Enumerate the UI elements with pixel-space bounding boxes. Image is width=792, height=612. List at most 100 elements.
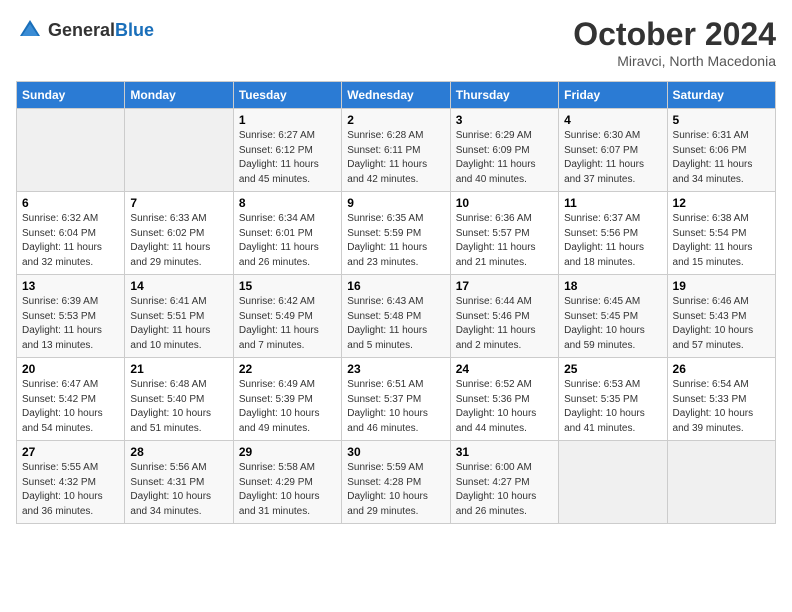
day-info: Sunrise: 6:31 AMSunset: 6:06 PMDaylight:… (673, 129, 770, 187)
day-number: 24 (456, 362, 553, 376)
day-number: 20 (22, 362, 119, 376)
day-number: 30 (347, 445, 444, 459)
day-info: Sunrise: 6:48 AMSunset: 5:40 PMDaylight:… (130, 378, 227, 436)
calendar-cell: 8 Sunrise: 6:34 AMSunset: 6:01 PMDaylight… (233, 192, 341, 275)
day-info: Sunrise: 6:37 AMSunset: 5:56 PMDaylight:… (564, 212, 661, 270)
day-info: Sunrise: 6:28 AMSunset: 6:11 PMDaylight:… (347, 129, 444, 187)
title-block: October 2024 Miravci, North Macedonia (573, 16, 776, 69)
calendar-cell: 28Sunrise: 5:56 AMSunset: 4:31 PMDayligh… (125, 441, 233, 524)
calendar-cell: 6Sunrise: 6:32 AMSunset: 6:04 PMDaylight… (17, 192, 125, 275)
calendar-cell: 19 Sunrise: 6:46 AMSunset: 5:43 PMDayligh… (667, 275, 775, 358)
day-number: 2 (347, 113, 444, 127)
column-header-saturday: Saturday (667, 82, 775, 109)
day-info: Sunrise: 6:42 AMSunset: 5:49 PMDaylight:… (239, 295, 336, 353)
day-info: Sunrise: 6:45 AMSunset: 5:45 PMDaylight:… (564, 295, 661, 353)
logo-text: GeneralBlue (48, 20, 154, 41)
calendar-cell: 24 Sunrise: 6:52 AMSunset: 5:36 PMDayligh… (450, 358, 558, 441)
day-number: 18 (564, 279, 661, 293)
day-number: 23 (347, 362, 444, 376)
column-header-thursday: Thursday (450, 82, 558, 109)
day-number: 5 (673, 113, 770, 127)
month-title: October 2024 (573, 16, 776, 53)
day-number: 29 (239, 445, 336, 459)
day-info: Sunrise: 6:43 AMSunset: 5:48 PMDaylight:… (347, 295, 444, 353)
column-header-wednesday: Wednesday (342, 82, 450, 109)
calendar-cell: 4 Sunrise: 6:30 AMSunset: 6:07 PMDaylight… (559, 109, 667, 192)
calendar-week-row: 13 Sunrise: 6:39 AMSunset: 5:53 PMDayligh… (17, 275, 776, 358)
day-info: Sunrise: 6:41 AMSunset: 5:51 PMDaylight:… (130, 295, 227, 353)
day-number: 1 (239, 113, 336, 127)
day-info: Sunrise: 6:27 AMSunset: 6:12 PMDaylight:… (239, 129, 336, 187)
calendar-cell: 15 Sunrise: 6:42 AMSunset: 5:49 PMDayligh… (233, 275, 341, 358)
day-info: Sunrise: 6:47 AMSunset: 5:42 PMDaylight:… (22, 378, 119, 436)
page-header: GeneralBlue October 2024 Miravci, North … (16, 16, 776, 69)
calendar-cell: 26 Sunrise: 6:54 AMSunset: 5:33 PMDayligh… (667, 358, 775, 441)
day-number: 8 (239, 196, 336, 210)
day-number: 10 (456, 196, 553, 210)
calendar-cell (667, 441, 775, 524)
day-number: 4 (564, 113, 661, 127)
calendar-cell: 3 Sunrise: 6:29 AMSunset: 6:09 PMDaylight… (450, 109, 558, 192)
day-info: Sunrise: 5:55 AMSunset: 4:32 PMDaylight:… (22, 461, 119, 519)
day-number: 15 (239, 279, 336, 293)
calendar-cell: 12 Sunrise: 6:38 AMSunset: 5:54 PMDayligh… (667, 192, 775, 275)
day-number: 17 (456, 279, 553, 293)
day-info: Sunrise: 6:00 AMSunset: 4:27 PMDaylight:… (456, 461, 553, 519)
day-number: 13 (22, 279, 119, 293)
calendar-cell: 20 Sunrise: 6:47 AMSunset: 5:42 PMDayligh… (17, 358, 125, 441)
day-number: 27 (22, 445, 119, 459)
day-number: 16 (347, 279, 444, 293)
column-header-tuesday: Tuesday (233, 82, 341, 109)
calendar-cell: 29Sunrise: 5:58 AMSunset: 4:29 PMDayligh… (233, 441, 341, 524)
calendar-week-row: 6Sunrise: 6:32 AMSunset: 6:04 PMDaylight… (17, 192, 776, 275)
calendar-cell: 25Sunrise: 6:53 AMSunset: 5:35 PMDayligh… (559, 358, 667, 441)
day-info: Sunrise: 6:53 AMSunset: 5:35 PMDaylight:… (564, 378, 661, 436)
day-info: Sunrise: 6:52 AMSunset: 5:36 PMDaylight:… (456, 378, 553, 436)
day-info: Sunrise: 6:51 AMSunset: 5:37 PMDaylight:… (347, 378, 444, 436)
day-info: Sunrise: 6:54 AMSunset: 5:33 PMDaylight:… (673, 378, 770, 436)
column-header-friday: Friday (559, 82, 667, 109)
calendar-cell: 22 Sunrise: 6:49 AMSunset: 5:39 PMDayligh… (233, 358, 341, 441)
calendar-week-row: 1 Sunrise: 6:27 AMSunset: 6:12 PMDaylight… (17, 109, 776, 192)
column-header-monday: Monday (125, 82, 233, 109)
day-info: Sunrise: 6:44 AMSunset: 5:46 PMDaylight:… (456, 295, 553, 353)
day-info: Sunrise: 6:34 AMSunset: 6:01 PMDaylight:… (239, 212, 336, 270)
logo: GeneralBlue (16, 16, 154, 44)
day-info: Sunrise: 6:35 AMSunset: 5:59 PMDaylight:… (347, 212, 444, 270)
calendar-cell: 23 Sunrise: 6:51 AMSunset: 5:37 PMDayligh… (342, 358, 450, 441)
calendar-cell: 1 Sunrise: 6:27 AMSunset: 6:12 PMDaylight… (233, 109, 341, 192)
day-number: 14 (130, 279, 227, 293)
day-number: 3 (456, 113, 553, 127)
calendar-cell: 17 Sunrise: 6:44 AMSunset: 5:46 PMDayligh… (450, 275, 558, 358)
day-number: 9 (347, 196, 444, 210)
calendar-cell: 27 Sunrise: 5:55 AMSunset: 4:32 PMDayligh… (17, 441, 125, 524)
location-subtitle: Miravci, North Macedonia (573, 53, 776, 69)
day-number: 19 (673, 279, 770, 293)
day-info: Sunrise: 6:39 AMSunset: 5:53 PMDaylight:… (22, 295, 119, 353)
calendar-table: SundayMondayTuesdayWednesdayThursdayFrid… (16, 81, 776, 524)
day-number: 12 (673, 196, 770, 210)
calendar-cell: 2 Sunrise: 6:28 AMSunset: 6:11 PMDaylight… (342, 109, 450, 192)
calendar-cell: 21 Sunrise: 6:48 AMSunset: 5:40 PMDayligh… (125, 358, 233, 441)
calendar-cell: 10 Sunrise: 6:36 AMSunset: 5:57 PMDayligh… (450, 192, 558, 275)
calendar-cell: 7Sunrise: 6:33 AMSunset: 6:02 PMDaylight… (125, 192, 233, 275)
calendar-cell: 31Sunrise: 6:00 AMSunset: 4:27 PMDayligh… (450, 441, 558, 524)
day-info: Sunrise: 6:49 AMSunset: 5:39 PMDaylight:… (239, 378, 336, 436)
day-info: Sunrise: 6:30 AMSunset: 6:07 PMDaylight:… (564, 129, 661, 187)
calendar-week-row: 27 Sunrise: 5:55 AMSunset: 4:32 PMDayligh… (17, 441, 776, 524)
day-info: Sunrise: 6:38 AMSunset: 5:54 PMDaylight:… (673, 212, 770, 270)
day-number: 26 (673, 362, 770, 376)
day-info: Sunrise: 6:29 AMSunset: 6:09 PMDaylight:… (456, 129, 553, 187)
day-info: Sunrise: 6:46 AMSunset: 5:43 PMDaylight:… (673, 295, 770, 353)
day-info: Sunrise: 6:33 AMSunset: 6:02 PMDaylight:… (130, 212, 227, 270)
day-info: Sunrise: 6:36 AMSunset: 5:57 PMDaylight:… (456, 212, 553, 270)
day-number: 21 (130, 362, 227, 376)
calendar-cell (125, 109, 233, 192)
calendar-cell: 11Sunrise: 6:37 AMSunset: 5:56 PMDayligh… (559, 192, 667, 275)
calendar-header-row: SundayMondayTuesdayWednesdayThursdayFrid… (17, 82, 776, 109)
calendar-cell: 5 Sunrise: 6:31 AMSunset: 6:06 PMDaylight… (667, 109, 775, 192)
day-number: 22 (239, 362, 336, 376)
logo-icon (16, 16, 44, 44)
calendar-cell: 13 Sunrise: 6:39 AMSunset: 5:53 PMDayligh… (17, 275, 125, 358)
calendar-cell: 9 Sunrise: 6:35 AMSunset: 5:59 PMDaylight… (342, 192, 450, 275)
